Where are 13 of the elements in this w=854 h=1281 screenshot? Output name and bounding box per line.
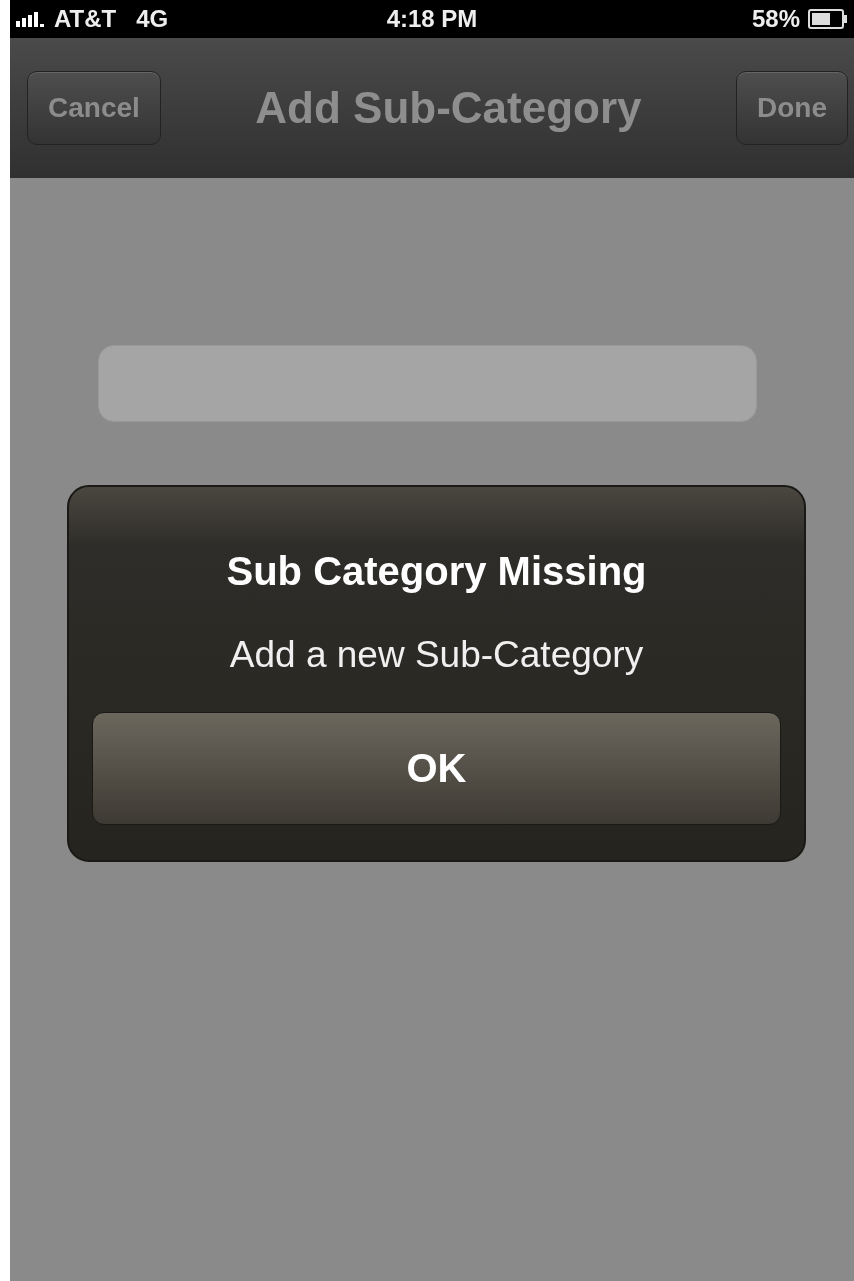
battery-icon: [808, 9, 848, 29]
nav-title: Add Sub-Category: [255, 83, 642, 133]
alert-message: Add a new Sub-Category: [229, 634, 644, 676]
cancel-button[interactable]: Cancel: [27, 71, 161, 145]
network-type: 4G: [136, 5, 169, 33]
input-field[interactable]: [98, 345, 757, 422]
battery-percent: 58%: [751, 5, 800, 33]
status-time: 4:18 PM: [386, 5, 478, 33]
ok-button[interactable]: OK: [92, 712, 781, 825]
alert-title: Sub Category Missing: [226, 549, 647, 594]
signal-icon: [16, 11, 46, 27]
carrier-name: AT&T: [54, 5, 117, 33]
done-button[interactable]: Done: [736, 71, 848, 145]
